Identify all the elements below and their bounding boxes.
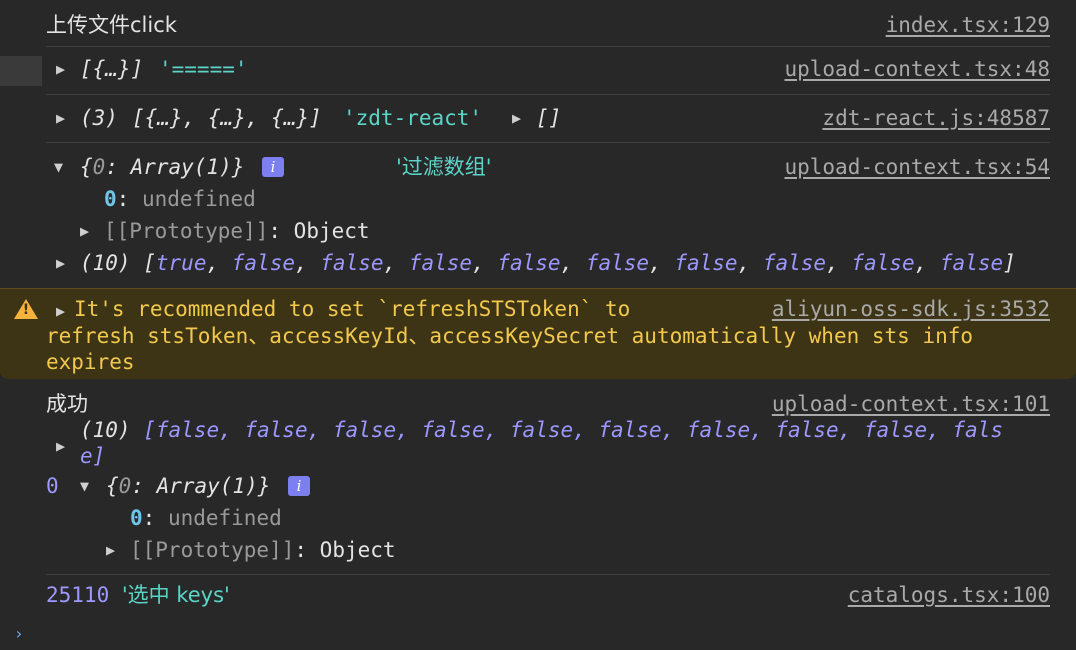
expand-arrow-icon[interactable]: ▶ [56,247,65,279]
property-row: 0: undefined [104,187,256,211]
source-link[interactable]: upload-context.tsx:48 [784,53,1050,85]
property-key: 0 [104,187,117,211]
array-item: false [231,251,295,275]
selected-line-marker [0,56,42,86]
array-items-wrap: e] [80,444,106,468]
expand-arrow-icon[interactable]: ▶ [56,102,65,134]
log-string: '=====' [159,57,248,81]
log-line: 25110 '选中 keys' [46,579,230,611]
log-string: '选中 keys' [121,583,230,607]
expand-arrow-icon[interactable]: ▶ [56,53,65,85]
warning-text: refresh stsToken、accessKeyId、accessKeySe… [46,324,974,348]
divider [46,142,1050,143]
array-item: false [762,251,827,275]
array-separator: , [472,251,498,275]
array-item: false [851,251,915,275]
array-separator: , [294,251,321,275]
array-separator: , [383,251,409,275]
array-separator: , [737,251,763,275]
log-array-count: (3) [80,106,118,130]
divider [46,46,1050,47]
source-link[interactable]: zdt-react.js:48587 [822,102,1050,134]
log-array[interactable]: [{…}, {…}, {…}] [132,102,322,134]
log-string: '过滤数组' [396,155,492,179]
array-item: false [674,251,738,275]
expand-arrow-icon[interactable]: ▶ [106,534,115,566]
array-item: false [939,251,1004,275]
log-object[interactable]: {0: Array(1)} [106,470,270,502]
brace: { [106,474,119,498]
prototype-label: [[Prototype]] [130,538,295,562]
warning-icon-mark: ! [22,302,30,318]
collapse-arrow-icon[interactable]: ▼ [54,151,63,183]
prototype-row[interactable]: [[Prototype]]: Object [130,534,396,566]
log-object[interactable]: [{…}] [80,53,143,85]
array-item: false [497,251,561,275]
log-number: 25110 [46,583,110,607]
log-message: 上传文件click [46,13,177,37]
source-link[interactable]: upload-context.tsx:54 [784,151,1050,183]
warning-text: expires [46,350,135,374]
object-value: : Array(1)} [105,155,245,179]
array-items: true, false, false, false, false, false,… [156,251,1003,275]
prototype-row[interactable]: [[Prototype]]: Object [104,215,370,247]
property-key: 0 [130,506,143,530]
log-array[interactable]: (10) [false, false, false, false, false,… [80,414,1003,446]
array-item: false [320,251,384,275]
property-row: 0: undefined [130,506,282,530]
source-link[interactable]: index.tsx:129 [886,9,1050,41]
property-value: undefined [167,506,282,530]
log-object[interactable]: {0: Array(1)} [80,151,244,183]
array-separator: , [649,251,675,275]
brace: { [80,155,93,179]
log-array[interactable]: (10) [true, false, false, false, false, … [80,247,1016,279]
divider [46,94,1050,95]
log-array-count: (10) [80,251,131,275]
source-link[interactable]: catalogs.tsx:100 [848,579,1050,611]
expand-arrow-icon[interactable]: ▶ [512,102,521,134]
array-item: false [408,251,473,275]
prototype-label: [[Prototype]] [104,219,269,243]
prototype-value: Object [319,538,396,562]
array-separator: , [826,251,852,275]
array-items: [false, false, false, false, false, fals… [143,418,1003,442]
info-icon[interactable]: i [262,151,284,183]
object-key: 0 [118,474,132,498]
array-separator: , [206,251,232,275]
array-separator: , [914,251,940,275]
bracket: ] [1003,251,1016,275]
array-item: false [585,251,650,275]
array-separator: , [560,251,586,275]
expand-arrow-icon[interactable]: ▶ [80,215,89,247]
expand-arrow-icon[interactable]: ▶ [56,430,65,462]
divider [46,574,1050,575]
prototype-value: Object [293,219,370,243]
log-string: 'zdt-react' [343,106,483,130]
object-key: 0 [92,155,106,179]
log-array[interactable]: [] [536,102,561,134]
array-item: true [155,251,207,275]
prompt-chevron-icon[interactable]: › [14,618,24,650]
log-number: 0 [46,474,59,498]
warning-message: ! ▶ It's recommended to set `refreshSTST… [0,288,1076,379]
property-value: undefined [141,187,256,211]
log-array-count: (10) [80,418,131,442]
object-value: : Array(1)} [131,474,271,498]
bracket: [ [143,251,156,275]
collapse-arrow-icon[interactable]: ▼ [80,470,89,502]
info-icon[interactable]: i [288,470,310,502]
